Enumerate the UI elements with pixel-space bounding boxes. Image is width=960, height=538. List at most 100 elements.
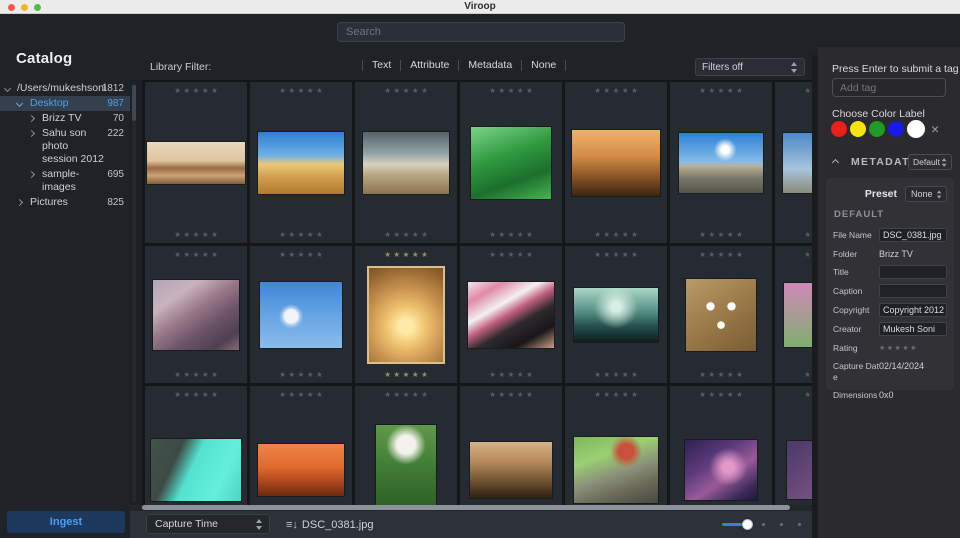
photo-clipped-photo[interactable] [784,282,812,347]
field-input-caption[interactable] [879,284,947,298]
photo-clipped-photo[interactable] [787,441,812,499]
filter-mode-none-button[interactable]: None [531,59,556,71]
rating-stars[interactable]: ★★★★★ [487,248,536,261]
photo-cell[interactable]: ★★★★★ ★★★★★ [355,246,460,383]
ingest-button[interactable]: Ingest [7,511,125,533]
color-label-white-button[interactable] [907,120,925,138]
photo-sand-dunes[interactable] [258,131,344,194]
thumbnail-zoom-slider[interactable] [722,519,806,530]
photo-clipped-photo[interactable] [783,132,812,193]
photo-sunset-couple-bench[interactable] [258,444,344,496]
clear-color-label-icon[interactable]: × [931,121,939,137]
photo-dandelion-blue-sky[interactable] [260,281,342,348]
add-tag-input[interactable] [832,78,946,97]
rating-stars[interactable]: ★★★★★ [382,248,431,261]
metadata-view-dropdown[interactable]: Default [908,154,952,170]
sidebar-item-sample-images[interactable]: sample-images 695 [0,167,130,195]
color-label-green-button[interactable] [869,121,885,137]
photo-cell[interactable]: ★★★★★ ★★★★★ [565,82,670,243]
rating-stars[interactable]: ★★★★★ [592,368,641,381]
photo-dachshund-puppy[interactable] [468,281,554,348]
rating-stars[interactable]: ★★★★★ [172,248,221,261]
field-input-copyright[interactable]: Copyright 2012 Mu [879,303,947,317]
sidebar-item-users-mukeshsoni[interactable]: /Users/mukeshsoni 1812 [0,81,130,96]
photo-cell[interactable]: ★★★★★ ★★★★★ [355,82,460,243]
photo-cell[interactable]: ★★★★★★★★★★ [565,386,670,505]
sidebar-item-pictures[interactable]: Pictures 825 [0,195,130,210]
chevron-right-icon[interactable] [27,170,36,179]
photo-cell[interactable]: ★★★★★ ★★★★★ [775,82,812,243]
rating-stars[interactable]: ★★★★★ [592,84,641,97]
rating-stars[interactable]: ★★★★★ [879,341,947,352]
rating-stars[interactable]: ★★★★★ [487,368,536,381]
photo-cell[interactable]: ★★★★★★★★★★ [775,386,812,505]
rating-stars[interactable]: ★★★★★ [592,228,641,241]
photo-golden-dandelion-sunset[interactable] [367,265,445,364]
rating-stars[interactable]: ★★★★★ [172,228,221,241]
rating-stars[interactable]: ★★★★★ [487,228,536,241]
color-label-red-button[interactable] [831,121,847,137]
photo-dog-on-railway[interactable] [574,437,658,503]
rating-stars[interactable]: ★★★★★ [172,388,221,401]
rating-stars[interactable]: ★★★★★ [802,228,812,241]
rating-stars[interactable]: ★★★★★ [382,84,431,97]
photo-cell[interactable]: ★★★★★★★★★★ [145,82,250,243]
slider-thumb[interactable] [742,519,753,530]
horizontal-scrollbar-thumb[interactable] [142,505,790,510]
field-input-creator[interactable]: Mukesh Soni [879,322,947,336]
sort-direction-icon[interactable]: ≡↓ [286,519,298,531]
field-input-file-name[interactable]: DSC_0381.jpg [879,228,947,242]
rating-stars[interactable]: ★★★★★ [697,248,746,261]
rating-stars[interactable]: ★★★★★ [697,84,746,97]
filter-mode-attribute-button[interactable]: Attribute [410,59,449,71]
sort-order-dropdown[interactable]: Capture Time [146,514,270,534]
rating-stars[interactable]: ★★★★★ [277,228,326,241]
rating-stars[interactable]: ★★★★★ [382,388,431,401]
photo-misty-forest-deer[interactable] [470,442,552,498]
vertical-scrollbar-thumb[interactable] [132,85,136,121]
photo-cell[interactable]: ★★★★★★★★★★ [460,386,565,505]
sidebar-item-desktop[interactable]: Desktop 987 [0,96,130,111]
photo-open-road-horizon[interactable] [679,132,763,193]
photo-cell[interactable]: ★★★★★ ★★★★★ [775,246,812,383]
rating-stars[interactable]: ★★★★★ [592,388,641,401]
photo-cell[interactable]: ★★★★★ ★★★★★ [460,246,565,383]
rating-stars[interactable]: ★★★★★ [592,248,641,261]
rating-stars[interactable]: ★★★★★ [277,368,326,381]
rating-stars[interactable]: ★★★★★ [277,388,326,401]
search-input[interactable] [337,22,625,42]
rating-stars[interactable]: ★★★★★ [802,368,812,381]
photo-three-crosses[interactable] [574,287,658,342]
chevron-right-icon[interactable] [27,114,36,123]
photo-purple-galaxy[interactable] [685,440,757,500]
chevron-right-icon[interactable] [27,129,36,138]
rating-stars[interactable]: ★★★★★ [277,248,326,261]
rating-stars[interactable]: ★★★★★ [382,228,431,241]
rating-stars[interactable]: ★★★★★ [697,368,746,381]
rating-stars[interactable]: ★★★★★ [382,368,431,381]
filter-mode-text-button[interactable]: Text [372,59,391,71]
collapse-chevron-icon[interactable] [831,158,840,167]
photo-deer-in-green-forest[interactable] [471,126,551,199]
chevron-down-icon[interactable] [3,84,12,93]
rating-stars[interactable]: ★★★★★ [802,388,812,401]
photo-tamarin-monkey[interactable] [376,425,436,505]
chevron-right-icon[interactable] [15,198,24,207]
color-label-blue-button[interactable] [888,121,904,137]
vertical-scrollbar[interactable] [132,82,136,502]
photo-dandelion-teal[interactable] [151,439,241,501]
photo-dry-lakebed-tree[interactable] [363,131,449,194]
photo-cell[interactable]: ★★★★★ ★★★★★ [565,246,670,383]
photo-cell[interactable]: ★★★★★★★★★★ [670,82,775,243]
photo-cell[interactable]: ★★★★★ ★★★★★ [145,246,250,383]
rating-stars[interactable]: ★★★★★ [697,388,746,401]
field-input-title[interactable] [879,265,947,279]
rating-stars[interactable]: ★★★★★ [802,248,812,261]
sidebar-item-brizz-tv[interactable]: Brizz TV 70 [0,111,130,126]
photo-lowpoly-deer[interactable] [153,279,239,350]
photo-cell[interactable]: ★★★★★★★★★★ [250,386,355,505]
rating-stars[interactable]: ★★★★★ [172,368,221,381]
color-label-yellow-button[interactable] [850,121,866,137]
photo-sepia-forest-deer[interactable] [572,129,660,196]
rating-stars[interactable]: ★★★★★ [802,84,812,97]
